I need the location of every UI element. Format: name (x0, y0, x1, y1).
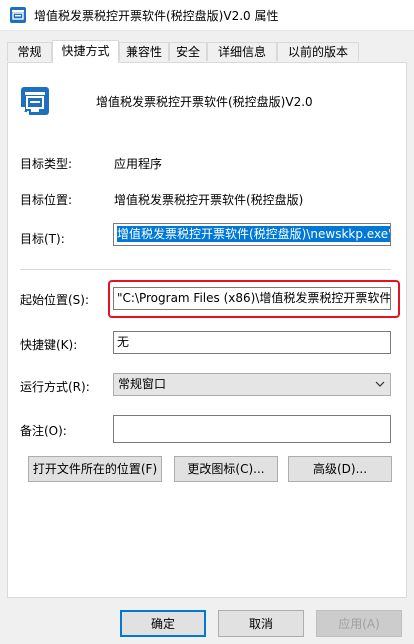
tab-general[interactable]: 常规 (7, 42, 52, 61)
target-location-label: 目标位置: (20, 193, 73, 207)
hotkey-input[interactable]: 无 (113, 331, 391, 354)
run-mode-select[interactable]: 常规窗口 (113, 373, 391, 396)
divider (20, 269, 391, 270)
shortcut-name: 增值税发票税控开票软件(税控盘版)V2.0 (96, 95, 313, 109)
shortcut-panel (7, 62, 407, 598)
tab-details[interactable]: 详细信息 (207, 42, 277, 61)
cancel-button[interactable]: 取消 (218, 610, 304, 637)
tab-security[interactable]: 安全 (169, 42, 207, 61)
target-type-value: 应用程序 (114, 157, 163, 171)
comment-label: 备注(O): (20, 424, 67, 438)
target-input[interactable]: 增值税发票税控开票软件(税控盘版)\newskkp.exe" (113, 223, 391, 246)
target-location-value: 增值税发票税控开票软件(税控盘版) (114, 193, 304, 207)
tab-previous-versions[interactable]: 以前的版本 (277, 42, 359, 61)
invoice-app-icon (9, 6, 27, 24)
window-title: 增值税发票税控开票软件(税控盘版)V2.0 属性 (34, 9, 279, 23)
tab-bar: 常规 快捷方式 兼容性 安全 详细信息 以前的版本 (7, 40, 407, 63)
run-mode-value: 常规窗口 (118, 377, 167, 391)
hotkey-label: 快捷键(K): (20, 338, 78, 352)
invoice-app-large-icon (19, 85, 51, 117)
title-bar: 增值税发票税控开票软件(税控盘版)V2.0 属性 (0, 0, 414, 31)
open-file-location-button[interactable]: 打开文件所在的位置(F) (28, 456, 162, 482)
start-in-label: 起始位置(S): (20, 293, 90, 307)
target-label: 目标(T): (20, 232, 65, 246)
change-icon-button[interactable]: 更改图标(C)... (174, 456, 278, 482)
ok-button[interactable]: 确定 (120, 610, 206, 637)
target-input-text: 增值税发票税控开票软件(税控盘版)\newskkp.exe" (117, 226, 390, 242)
tab-compatibility[interactable]: 兼容性 (119, 42, 169, 61)
annotation-highlight-box (108, 280, 400, 318)
chevron-down-icon (374, 374, 386, 395)
tab-shortcut[interactable]: 快捷方式 (52, 40, 119, 63)
run-mode-label: 运行方式(R): (20, 380, 90, 394)
target-type-label: 目标类型: (20, 157, 73, 171)
apply-button[interactable]: 应用(A) (316, 610, 402, 637)
advanced-button[interactable]: 高级(D)... (288, 456, 392, 482)
comment-input[interactable] (113, 415, 391, 443)
